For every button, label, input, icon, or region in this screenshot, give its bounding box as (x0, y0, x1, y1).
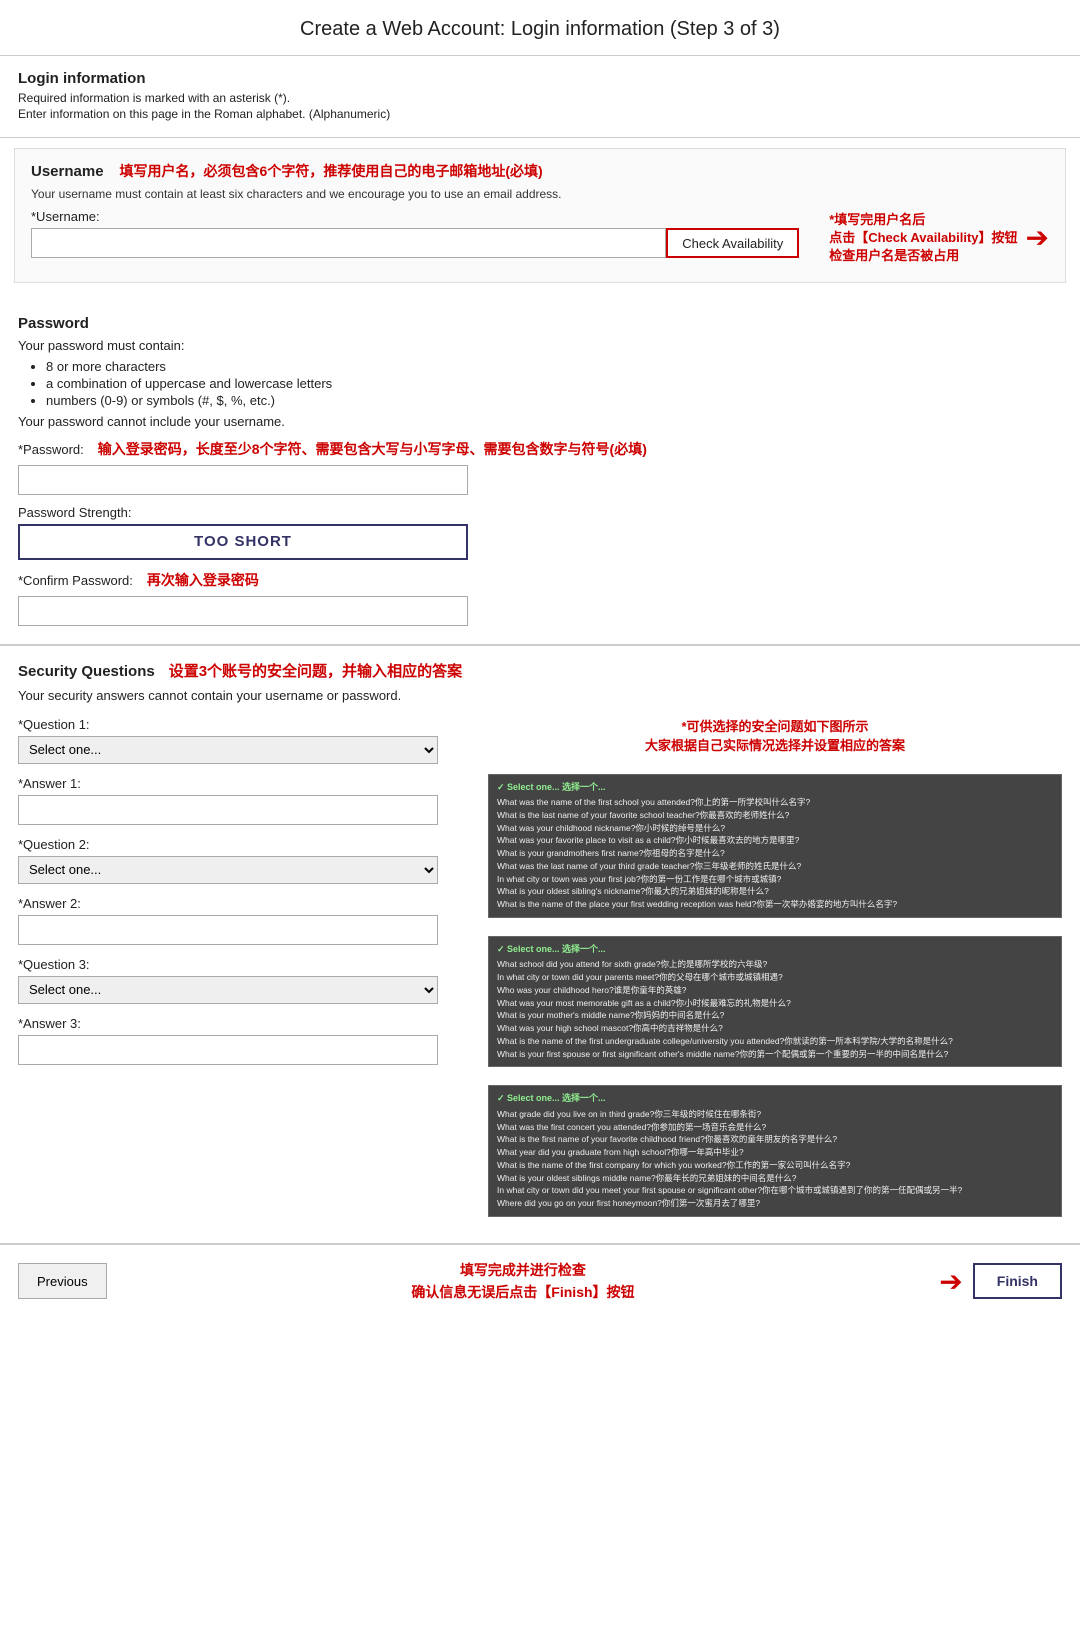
confirm-password-annotation: 再次输入登录密码 (147, 570, 259, 590)
q2-label: *Question 2: (18, 837, 468, 852)
username-annotation: 填写用户名，必须包含6个字符，推荐使用自己的电子邮箱地址(必填) (120, 161, 543, 181)
q3-select[interactable]: Select one...What grade did you live on … (18, 976, 438, 1004)
a2-label: *Answer 2: (18, 896, 468, 911)
a3-input[interactable] (18, 1035, 438, 1065)
security-right-annotation: *可供选择的安全问题如下图所示 大家根据自己实际情况选择并设置相应的答案 (488, 717, 1062, 756)
footer-arrow-area: ➔ Finish (939, 1263, 1062, 1299)
security-annotation: 设置3个账号的安全问题，并输入相应的答案 (169, 660, 462, 681)
password-strength-bar: TOO SHORT (18, 524, 468, 560)
password-field-label: *Password: (18, 442, 84, 457)
confirm-password-label: *Confirm Password: (18, 573, 133, 588)
username-input[interactable] (31, 228, 666, 258)
password-req-3: numbers (0-9) or symbols (#, $, %, etc.) (46, 393, 1062, 408)
username-section-title: Username (31, 163, 104, 180)
password-strength-label: Password Strength: (18, 505, 1062, 520)
footer-annotation: 填写完成并进行检查 确认信息无误后点击【Finish】按钮 (107, 1259, 940, 1304)
alphanumeric-note: Enter information on this page in the Ro… (18, 107, 1062, 121)
footer: Previous 填写完成并进行检查 确认信息无误后点击【Finish】按钮 ➔… (0, 1245, 1080, 1318)
finish-button[interactable]: Finish (973, 1263, 1062, 1299)
a1-input[interactable] (18, 795, 438, 825)
password-cannot-note: Your password cannot include your userna… (18, 414, 1062, 429)
password-req-1: 8 or more characters (46, 359, 1062, 374)
security-options-2: ✓ Select one... 选择一个... What school did … (488, 936, 1062, 1068)
a3-label: *Answer 3: (18, 1016, 468, 1031)
section-title-login: Login information (18, 70, 1062, 87)
too-short-text: TOO SHORT (194, 533, 292, 550)
q3-label: *Question 3: (18, 957, 468, 972)
q1-select[interactable]: Select one...What was the name of the fi… (18, 736, 438, 764)
confirm-password-input[interactable] (18, 596, 468, 626)
footer-arrow-icon: ➔ (939, 1265, 962, 1298)
a1-label: *Answer 1: (18, 776, 468, 791)
username-label: *Username: (31, 209, 799, 224)
password-input[interactable] (18, 465, 468, 495)
page-title: Create a Web Account: Login information … (0, 0, 1080, 56)
password-req-2: a combination of uppercase and lowercase… (46, 376, 1062, 391)
arrow-right-icon: ➔ (1026, 221, 1049, 254)
security-options-1: ✓ Select one... 选择一个... What was the nam… (488, 774, 1062, 918)
security-options-3: ✓ Select one... 选择一个... What grade did y… (488, 1085, 1062, 1217)
username-desc: Your username must contain at least six … (31, 187, 1049, 201)
required-note: Required information is marked with an a… (18, 91, 1062, 105)
previous-button[interactable]: Previous (18, 1263, 107, 1299)
q1-label: *Question 1: (18, 717, 468, 732)
a2-input[interactable] (18, 915, 438, 945)
password-req-intro: Your password must contain: (18, 338, 1062, 353)
password-annotation: 输入登录密码，长度至少8个字符、需要包含大写与小写字母、需要包含数字与符号(必填… (98, 439, 647, 459)
q2-select[interactable]: Select one...What school did you attend … (18, 856, 438, 884)
arrow-annotation-text: *填写完用户名后 点击【Check Availability】按钮 检查用户名是… (829, 211, 1017, 266)
check-availability-button[interactable]: Check Availability (666, 228, 799, 258)
security-title: Security Questions (18, 663, 155, 680)
password-title: Password (18, 315, 1062, 332)
security-cannot-note: Your security answers cannot contain you… (18, 688, 1062, 703)
